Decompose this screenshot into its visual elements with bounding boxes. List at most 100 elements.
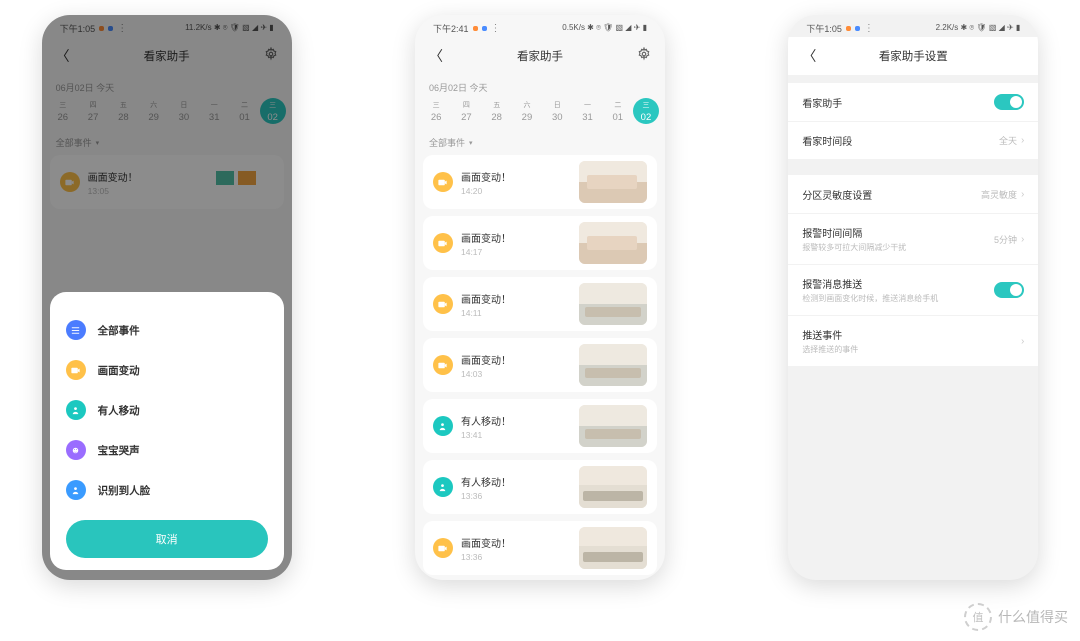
event-card[interactable]: 有人移动！ 13:36 <box>423 460 657 514</box>
baby-cry-icon <box>66 440 86 460</box>
page-title: 看家助手设置 <box>879 48 948 64</box>
chevron-right-icon: › <box>1021 234 1024 245</box>
cancel-button[interactable]: 取消 <box>66 520 268 558</box>
filter-label: 全部事件 <box>98 323 140 338</box>
event-list[interactable]: 画面变动！ 14:20 画面变动！ 14:17 画面变动！ 14:11 画面变动… <box>415 155 665 580</box>
status-time: 下午2:41 <box>433 22 469 35</box>
event-thumbnail <box>579 283 647 325</box>
face-icon <box>66 480 86 500</box>
watermark-logo-icon: 值 <box>964 603 992 631</box>
chevron-down-icon: ▾ <box>469 139 473 147</box>
event-card[interactable]: 画面变动！ 14:20 <box>423 155 657 209</box>
date-cell[interactable]: 日30 <box>542 100 572 123</box>
event-thumbnail <box>579 405 647 447</box>
filter-trigger[interactable]: 全部事件 ▾ <box>415 128 665 155</box>
event-card[interactable]: 画面变动！ 14:11 <box>423 277 657 331</box>
row-label: 看家时间段 <box>802 133 852 148</box>
date-cell[interactable]: 五28 <box>482 100 512 123</box>
filter-sheet: 全部事件 画面变动 有人移动 宝宝哭声 识别到人脸 取消 <box>50 292 284 570</box>
event-thumbnail <box>579 466 647 508</box>
event-title: 有人移动！ <box>461 474 571 489</box>
event-time: 14:20 <box>461 186 571 196</box>
date-strip[interactable]: 三26四27五28六29日30一31二01三02 <box>415 98 665 124</box>
nav-bar: 〈 看家助手 <box>415 37 665 75</box>
event-card[interactable]: 画面变动！ 14:17 <box>423 216 657 270</box>
motion-icon <box>433 233 453 253</box>
filter-option-change[interactable]: 画面变动 <box>66 350 268 390</box>
filter-option-person[interactable]: 有人移动 <box>66 390 268 430</box>
motion-icon <box>433 172 453 192</box>
event-card[interactable]: 画面变动！ 14:03 <box>423 338 657 392</box>
row-sub: 选择推送的事件 <box>802 344 858 355</box>
settings-group-main: 看家助手 看家时间段 全天 › <box>788 83 1038 159</box>
status-bar: 下午1:05 ⋮ 2.2K/s ✱ ⌾ 🛡 ▧ ◢ ✈ ▮ <box>788 15 1038 37</box>
event-title: 画面变动！ <box>461 169 571 184</box>
event-thumbnail <box>579 527 647 569</box>
chevron-right-icon: › <box>1021 135 1024 146</box>
event-thumbnail <box>579 344 647 386</box>
filter-option-baby[interactable]: 宝宝哭声 <box>66 430 268 470</box>
gear-icon <box>637 47 651 61</box>
toggle-switch[interactable] <box>994 282 1024 298</box>
event-time: 13:41 <box>461 430 571 440</box>
toggle-switch[interactable] <box>994 94 1024 110</box>
event-thumbnail <box>579 161 647 203</box>
row-label: 看家助手 <box>802 95 842 110</box>
status-icons: 0.5K/s ✱ ⌾ 🛡 ▧ ◢ ✈ ▮ <box>562 23 647 33</box>
chevron-right-icon: › <box>1021 189 1024 200</box>
date-cell[interactable]: 四27 <box>451 100 481 123</box>
row-value: 高灵敏度 <box>981 188 1017 201</box>
watermark-text: 什么值得买 <box>998 607 1068 627</box>
settings-button[interactable] <box>631 47 651 66</box>
status-bar: 下午2:41 ⋮ 0.5K/s ✱ ⌾ 🛡 ▧ ◢ ✈ ▮ <box>415 15 665 37</box>
date-cell[interactable]: 六29 <box>512 100 542 123</box>
row-label: 分区灵敏度设置 <box>802 187 872 202</box>
date-cell[interactable]: 三26 <box>421 100 451 123</box>
event-card[interactable]: 画面变动！ 13:36 <box>423 521 657 575</box>
event-title: 画面变动！ <box>461 291 571 306</box>
chevron-right-icon: › <box>1021 336 1024 347</box>
status-badge-blue <box>855 26 860 31</box>
setting-push[interactable]: 报警消息推送 检测到画面变化时候，推送消息给手机 <box>788 264 1038 315</box>
filter-option-all[interactable]: 全部事件 <box>66 310 268 350</box>
setting-interval[interactable]: 报警时间间隔 报警较多可拉大间隔减少干扰 5分钟 › <box>788 213 1038 264</box>
event-title: 画面变动！ <box>461 230 571 245</box>
watermark: 值 什么值得买 <box>964 603 1068 631</box>
event-card[interactable]: 有人移动！ 13:41 <box>423 399 657 453</box>
settings-group-detail: 分区灵敏度设置 高灵敏度 › 报警时间间隔 报警较多可拉大间隔减少干扰 5分钟 … <box>788 175 1038 366</box>
filter-label: 识别到人脸 <box>98 483 151 498</box>
row-value: 5分钟 <box>994 233 1017 246</box>
setting-enable[interactable]: 看家助手 <box>788 83 1038 121</box>
status-badge-blue <box>482 26 487 31</box>
date-cell[interactable]: 一31 <box>572 100 602 123</box>
phone-settings: 下午1:05 ⋮ 2.2K/s ✱ ⌾ 🛡 ▧ ◢ ✈ ▮ 〈 看家助手设置 看… <box>788 15 1038 580</box>
event-time: 14:11 <box>461 308 571 318</box>
row-value: 全天 <box>999 134 1017 147</box>
setting-sensitivity[interactable]: 分区灵敏度设置 高灵敏度 › <box>788 175 1038 213</box>
event-time: 14:03 <box>461 369 571 379</box>
motion-icon <box>433 538 453 558</box>
date-label: 06月02日 今天 <box>415 75 665 98</box>
event-time: 14:17 <box>461 247 571 257</box>
motion-icon <box>433 355 453 375</box>
row-label: 推送事件 <box>802 327 858 342</box>
filter-label: 全部事件 <box>429 136 465 149</box>
event-thumbnail <box>579 222 647 264</box>
row-sub: 报警较多可拉大间隔减少干扰 <box>802 242 906 253</box>
date-cell[interactable]: 二01 <box>603 100 633 123</box>
row-sub: 检测到画面变化时候，推送消息给手机 <box>802 293 938 304</box>
event-title: 有人移动！ <box>461 413 571 428</box>
person-icon <box>66 400 86 420</box>
motion-icon <box>66 360 86 380</box>
back-button[interactable]: 〈 <box>429 46 449 66</box>
row-label: 报警时间间隔 <box>802 225 906 240</box>
date-cell[interactable]: 三02 <box>633 98 659 124</box>
back-button[interactable]: 〈 <box>802 46 822 66</box>
setting-period[interactable]: 看家时间段 全天 › <box>788 121 1038 159</box>
phone-filter-sheet: 下午1:05 ⋮ 11.2K/s ✱ ⌾ 🛡 ▧ ◢ ✈ ▮ 〈 看家助手 06… <box>42 15 292 580</box>
phone-event-list: 下午2:41 ⋮ 0.5K/s ✱ ⌾ 🛡 ▧ ◢ ✈ ▮ 〈 看家助手 06月… <box>415 15 665 580</box>
setting-push-events[interactable]: 推送事件 选择推送的事件 › <box>788 315 1038 366</box>
filter-option-face[interactable]: 识别到人脸 <box>66 470 268 510</box>
status-icons: 2.2K/s ✱ ⌾ 🛡 ▧ ◢ ✈ ▮ <box>936 23 1021 33</box>
event-title: 画面变动！ <box>461 535 571 550</box>
